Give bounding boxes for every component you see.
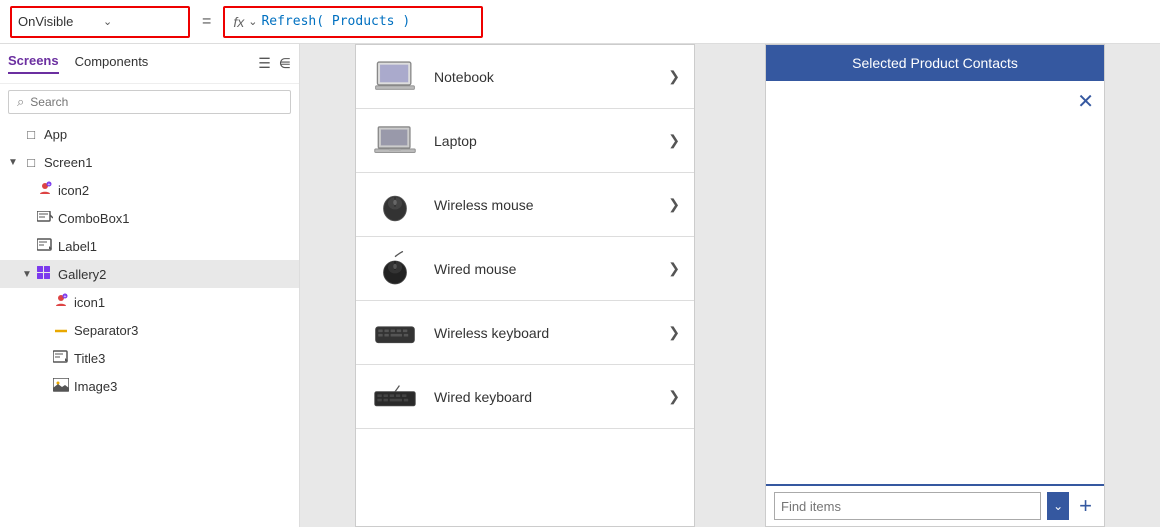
tree-item-combobox1[interactable]: ComboBox1 [0, 204, 299, 232]
tab-screens[interactable]: Screens [8, 53, 59, 74]
notebook-img [370, 57, 420, 97]
gallery-item-wired-mouse[interactable]: Wired mouse ❯ [356, 237, 694, 301]
image3-icon [52, 378, 70, 395]
icon2-icon: + [36, 181, 54, 200]
tree-arrow-icon2 [22, 185, 32, 196]
tree-arrow-icon1 [38, 297, 48, 308]
wireless-mouse-img [370, 185, 420, 225]
gallery-item-laptop[interactable]: Laptop ❯ [356, 109, 694, 173]
search-input[interactable] [30, 95, 282, 109]
icon1-icon: + [52, 293, 70, 312]
laptop-label: Laptop [434, 133, 654, 149]
left-panel: Screens Components ☰ ⋹ ⌕ □ App ▼ □ Scree… [0, 44, 300, 527]
search-icon: ⌕ [17, 94, 24, 110]
property-chevron[interactable]: ⌄ [103, 15, 182, 28]
wired-mouse-img [370, 249, 420, 289]
tree-item-label1[interactable]: Label1 [0, 232, 299, 260]
contacts-title: Selected Product Contacts [852, 55, 1018, 71]
list-icon[interactable]: ☰ [258, 55, 271, 72]
notebook-label: Notebook [434, 69, 654, 85]
tree-item-image3[interactable]: Image3 [0, 372, 299, 400]
app-icon: □ [22, 127, 40, 142]
search-box: ⌕ [8, 90, 291, 114]
tree-item-icon2[interactable]: + icon2 [0, 176, 299, 204]
wired-mouse-label: Wired mouse [434, 261, 654, 277]
tree-arrow-label1 [22, 241, 32, 252]
find-items-dropdown[interactable]: ⌄ [1047, 492, 1069, 520]
wireless-mouse-chevron: ❯ [668, 196, 680, 213]
grid-icon[interactable]: ⋹ [279, 55, 291, 72]
formula-text: Refresh( Products ) [261, 14, 410, 29]
wired-keyboard-label: Wired keyboard [434, 389, 654, 405]
title3-label: Title3 [74, 351, 291, 366]
tree-item-title3[interactable]: Title3 [0, 344, 299, 372]
icon2-label: icon2 [58, 183, 291, 198]
add-button[interactable]: + [1075, 495, 1096, 517]
separator3-label: Separator3 [74, 323, 291, 338]
contacts-body: ✕ [766, 81, 1104, 486]
formula-bar[interactable]: fx ⌄ Refresh( Products ) [223, 6, 483, 38]
svg-text:+: + [64, 294, 67, 300]
combobox1-label: ComboBox1 [58, 211, 291, 226]
tab-components[interactable]: Components [75, 54, 149, 73]
tree-item-separator3[interactable]: Separator3 [0, 316, 299, 344]
tree-item-gallery2[interactable]: ▼ Gallery2 [0, 260, 299, 288]
icon1-label: icon1 [74, 295, 291, 310]
property-name: OnVisible [18, 14, 97, 29]
wired-mouse-chevron: ❯ [668, 260, 680, 277]
laptop-chevron: ❯ [668, 132, 680, 149]
tree-arrow-image3 [38, 381, 48, 392]
wireless-keyboard-img [370, 313, 420, 353]
tree-area: □ App ▼ □ Screen1 + icon2 [0, 120, 299, 527]
contacts-footer: ⌄ + [766, 486, 1104, 526]
tree-item-app[interactable]: □ App [0, 120, 299, 148]
find-items-input[interactable] [774, 492, 1041, 520]
wireless-mouse-label: Wireless mouse [434, 197, 654, 213]
tree-arrow-screen1: ▼ [8, 157, 18, 168]
gallery2-label: Gallery2 [58, 267, 291, 282]
label1-label: Label1 [58, 239, 291, 254]
fx-chevron[interactable]: ⌄ [248, 15, 257, 28]
gallery-item-wireless-mouse[interactable]: Wireless mouse ❯ [356, 173, 694, 237]
canvas-area: Notebook ❯ Laptop ❯ [300, 44, 1160, 527]
gallery-item-wired-keyboard[interactable]: Wired keyboard ❯ [356, 365, 694, 429]
wireless-keyboard-label: Wireless keyboard [434, 325, 654, 341]
label1-icon [36, 238, 54, 255]
tree-arrow-combo [22, 213, 32, 224]
tree-arrow-gallery2: ▼ [22, 269, 32, 280]
gallery-panel: Notebook ❯ Laptop ❯ [355, 44, 695, 527]
gallery2-icon [36, 266, 54, 283]
tabs-row: Screens Components ☰ ⋹ [0, 44, 299, 84]
title3-icon [52, 350, 70, 367]
tree-arrow-sep3 [38, 325, 48, 336]
property-selector[interactable]: OnVisible ⌄ [10, 6, 190, 38]
laptop-img [370, 121, 420, 161]
tree-item-screen1[interactable]: ▼ □ Screen1 [0, 148, 299, 176]
tree-arrow-title3 [38, 353, 48, 364]
tree-item-icon1[interactable]: + icon1 [0, 288, 299, 316]
screen1-label: Screen1 [44, 155, 291, 170]
wired-keyboard-img [370, 377, 420, 417]
wired-keyboard-chevron: ❯ [668, 388, 680, 405]
svg-text:+: + [48, 182, 51, 188]
equals-sign: = [198, 13, 215, 31]
app-label: App [44, 127, 291, 142]
close-button[interactable]: ✕ [1077, 89, 1094, 114]
top-bar: OnVisible ⌄ = fx ⌄ Refresh( Products ) [0, 0, 1160, 44]
tree-arrow [8, 129, 18, 140]
screen-icon: □ [22, 155, 40, 170]
main-layout: Screens Components ☰ ⋹ ⌕ □ App ▼ □ Scree… [0, 44, 1160, 527]
image3-label: Image3 [74, 379, 291, 394]
contacts-header: Selected Product Contacts [766, 45, 1104, 81]
tab-icons: ☰ ⋹ [258, 55, 291, 72]
gallery-item-wireless-keyboard[interactable]: Wireless keyboard ❯ [356, 301, 694, 365]
gallery-item-notebook[interactable]: Notebook ❯ [356, 45, 694, 109]
wireless-keyboard-chevron: ❯ [668, 324, 680, 341]
fx-label: fx [233, 14, 244, 30]
contacts-panel: Selected Product Contacts ✕ ⌄ + [765, 44, 1105, 527]
combobox-icon [36, 211, 54, 226]
notebook-chevron: ❯ [668, 68, 680, 85]
separator3-icon [52, 323, 70, 338]
